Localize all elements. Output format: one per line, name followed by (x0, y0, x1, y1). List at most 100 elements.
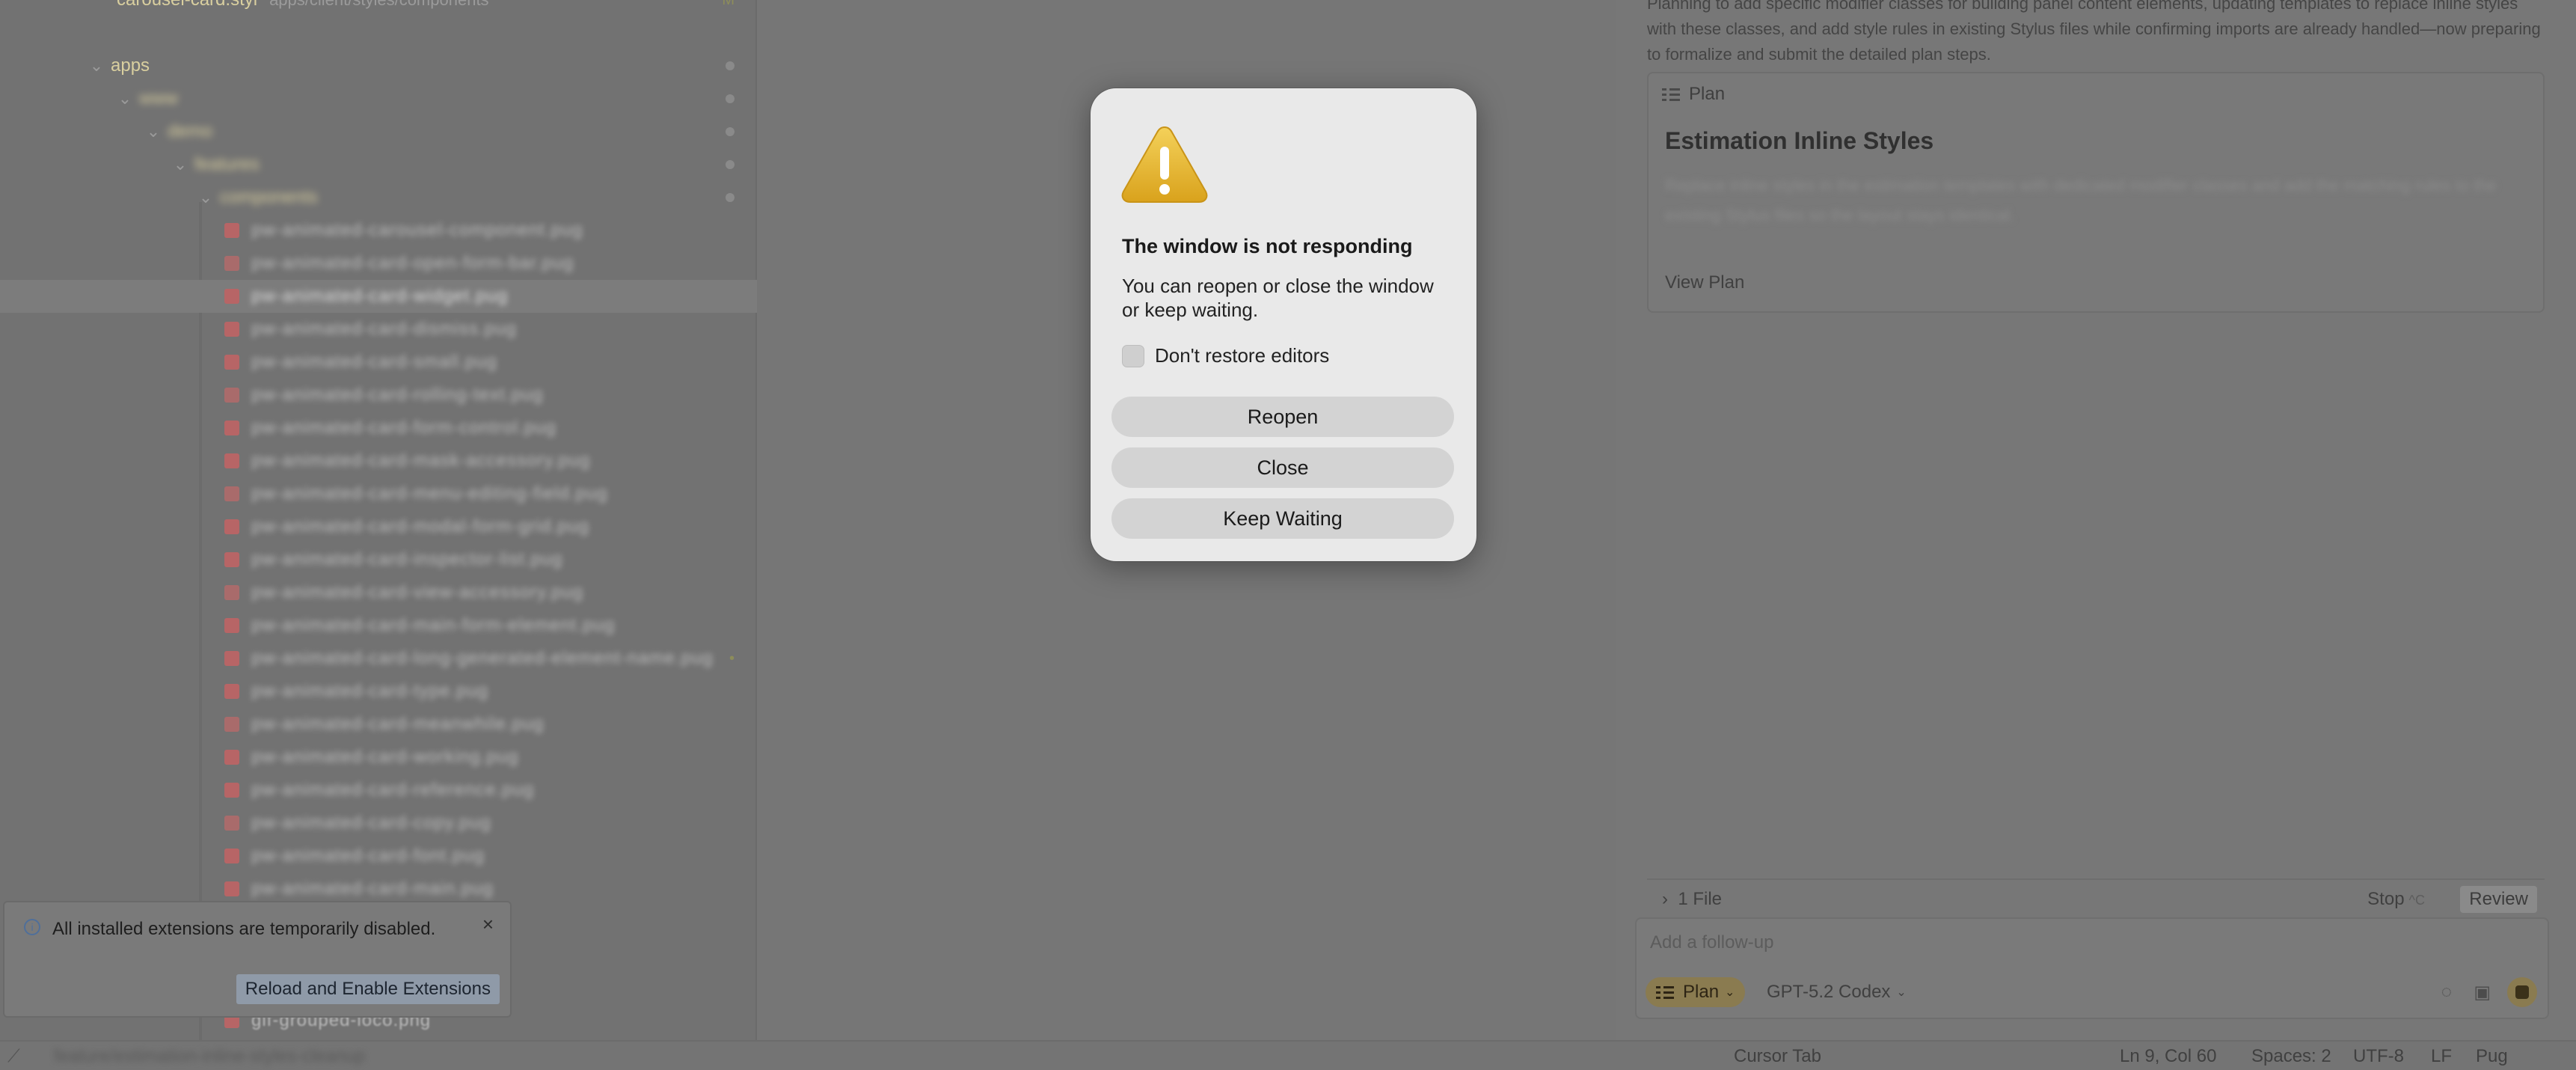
tree-file[interactable]: pw-animated-card-copy.pug (0, 807, 757, 840)
encoding-status[interactable]: UTF-8 (2353, 1046, 2404, 1067)
dont-restore-editors-option[interactable]: Don't restore editors (1122, 344, 1329, 367)
tree-file[interactable]: pw-animated-card-rolling-text.pug (0, 379, 757, 412)
tree-file[interactable]: pw-animated-card-mask-accessory.pug (0, 444, 757, 477)
checklist-icon (1656, 985, 1674, 1000)
remote-icon[interactable]: ⟋ (7, 1046, 20, 1067)
tree-file[interactable]: pw-animated-card-working.pug (0, 741, 757, 774)
tree-folder-features[interactable]: ⌄ features (0, 148, 757, 181)
pug-file-icon (224, 783, 239, 798)
warning-icon (1121, 126, 1208, 203)
cursor-tab-status[interactable]: Cursor Tab (1734, 1046, 1821, 1067)
modified-dot-icon (726, 127, 735, 136)
reopen-button[interactable]: Reopen (1111, 397, 1454, 437)
stop-label: Stop (2367, 889, 2405, 909)
tree-file-label: pw-animated-card-working.pug (251, 747, 519, 767)
chevron-down-icon: ⌄ (1725, 986, 1735, 999)
view-plan-link[interactable]: View Plan (1665, 272, 1744, 293)
pug-file-icon (224, 256, 239, 271)
pug-file-icon (224, 651, 239, 666)
mode-selector[interactable]: Plan ⌄ (1646, 977, 1746, 1007)
modified-dot-icon (726, 193, 735, 202)
plan-card: Plan Estimation Inline Styles Replace in… (1647, 72, 2545, 313)
tree-file[interactable]: pw-animated-card-meanwhile.pug (0, 708, 757, 741)
tree-file[interactable]: pw-animated-card-reference.pug (0, 774, 757, 807)
dont-restore-editors-checkbox[interactable] (1122, 344, 1144, 367)
tree-file[interactable]: pw-animated-card-inspector-list.pug (0, 543, 757, 576)
blurred-status-item[interactable] (1847, 1046, 1987, 1067)
close-icon[interactable]: × (482, 913, 494, 936)
tree-file[interactable]: pw-animated-card-menu-editing-field.pug (0, 477, 757, 510)
tree-folder-collapsed[interactable] (0, 16, 757, 49)
pug-file-icon (224, 816, 239, 831)
tree-file[interactable]: pw-animated-card-view-accessory.pug (0, 576, 757, 609)
tree-file-label: pw-animated-card-form-control.pug (251, 418, 556, 438)
tree-file-label: pw-animated-card-inspector-list.pug (251, 549, 563, 569)
mode-label: Plan (1683, 982, 1720, 1002)
loading-spinner-icon: ◌ (2441, 982, 2452, 1002)
tree-file[interactable]: pw-animated-card-form-control.pug (0, 412, 757, 444)
agent-thinking-text: Planning to add specific modifier classe… (1647, 0, 2541, 64)
follow-up-input[interactable]: Add a follow-up (1650, 932, 1773, 953)
tree-file-carousel-card[interactable]: carousel-card.styl apps/client/styles/co… (0, 0, 757, 16)
keep-waiting-button[interactable]: Keep Waiting (1111, 498, 1454, 539)
tree-file[interactable]: pw-animated-card-dismiss.pug (0, 313, 757, 346)
chevron-down-icon: ⌄ (89, 56, 104, 75)
review-button[interactable]: Review (2460, 886, 2537, 913)
tree-file[interactable]: pw-animated-card-modal-form-grid.pug (0, 510, 757, 543)
cursor-position[interactable]: Ln 9, Col 60 (2120, 1046, 2216, 1067)
chevron-down-icon: ⌄ (173, 155, 188, 174)
pug-file-icon (224, 388, 239, 403)
tree-file[interactable]: pw-animated-card-type.pug (0, 675, 757, 708)
language-mode[interactable]: Pug (2476, 1046, 2508, 1067)
pug-file-icon (224, 750, 239, 765)
indentation-status[interactable]: Spaces: 2 (2251, 1046, 2331, 1067)
image-attach-icon[interactable]: ▣ (2474, 982, 2491, 1003)
tree-file[interactable]: pw-animated-card-open-form-bar.pug (0, 247, 757, 280)
tree-file-label: pw-animated-card-small.pug (251, 352, 497, 372)
changed-files-toggle[interactable]: › 1 File (1662, 889, 1722, 910)
tree-file-label: pw-animated-card-copy.pug (251, 813, 491, 833)
pug-file-icon (224, 585, 239, 600)
chevron-right-icon: › (1662, 889, 1678, 909)
tree-folder-apps[interactable]: ⌄ apps (0, 49, 757, 82)
tree-folder-label: apps (111, 55, 150, 76)
tree-file[interactable]: pw-animated-card-long-generated-element-… (0, 642, 757, 675)
pug-file-icon (224, 289, 239, 304)
pug-file-icon (224, 849, 239, 863)
pug-file-icon (224, 552, 239, 567)
tree-file-path: apps/client/styles/components (269, 0, 489, 10)
tree-folder-label: www (139, 88, 178, 108)
chevron-down-icon: ⌄ (1896, 986, 1907, 999)
tree-folder-label: features (194, 154, 260, 174)
tree-folder-www[interactable]: ⌄ www (0, 82, 757, 115)
dialog-message: You can reopen or close the window or ke… (1122, 275, 1434, 321)
tree-file[interactable]: pw-animated-card-main-form-element.pug (0, 609, 757, 642)
follow-up-composer[interactable]: Add a follow-up Plan ⌄ GPT-5.2 Codex ⌄ ◌… (1635, 917, 2549, 1019)
tree-folder-demo[interactable]: ⌄ demo (0, 115, 757, 148)
tree-file[interactable]: pw-animated-card-font.pug (0, 840, 757, 872)
plan-body: Replace inline styles in the estimation … (1665, 176, 2497, 224)
checkbox-label: Don't restore editors (1155, 344, 1330, 367)
pug-file-icon (224, 486, 239, 501)
eol-status[interactable]: LF (2431, 1046, 2452, 1067)
close-button[interactable]: Close (1111, 447, 1454, 488)
reload-enable-extensions-button[interactable]: Reload and Enable Extensions (236, 974, 500, 1004)
tree-file-label: pw-animated-card-main.pug (251, 878, 494, 899)
pug-file-icon (224, 618, 239, 633)
pug-file-icon (224, 355, 239, 370)
model-selector[interactable]: GPT-5.2 Codex ⌄ (1767, 982, 1907, 1003)
stop-generation-button[interactable] (2507, 977, 2537, 1007)
modified-dot-icon (726, 61, 735, 70)
tree-file-label: pw-animated-card-type.pug (251, 681, 489, 701)
tree-file[interactable]: pw-animated-carousel-component.pug (0, 214, 757, 247)
pug-file-icon (224, 881, 239, 896)
stop-button[interactable]: Stop ^C (2367, 889, 2425, 910)
branch-indicator[interactable]: feature/estimation-inline-styles-cleanup (54, 1046, 365, 1067)
pug-file-icon (224, 223, 239, 238)
tree-file-label: pw-animated-card-main-form-element.pug (251, 615, 616, 635)
checklist-icon (1662, 87, 1680, 102)
tree-file[interactable]: pw-animated-card-small.pug (0, 346, 757, 379)
tree-folder-components[interactable]: ⌄ components (0, 181, 757, 214)
tree-file-label: pw-animated-card-menu-editing-field.pug (251, 483, 608, 504)
tree-file-selected[interactable]: pw-animated-card-widget.pug (0, 280, 757, 313)
